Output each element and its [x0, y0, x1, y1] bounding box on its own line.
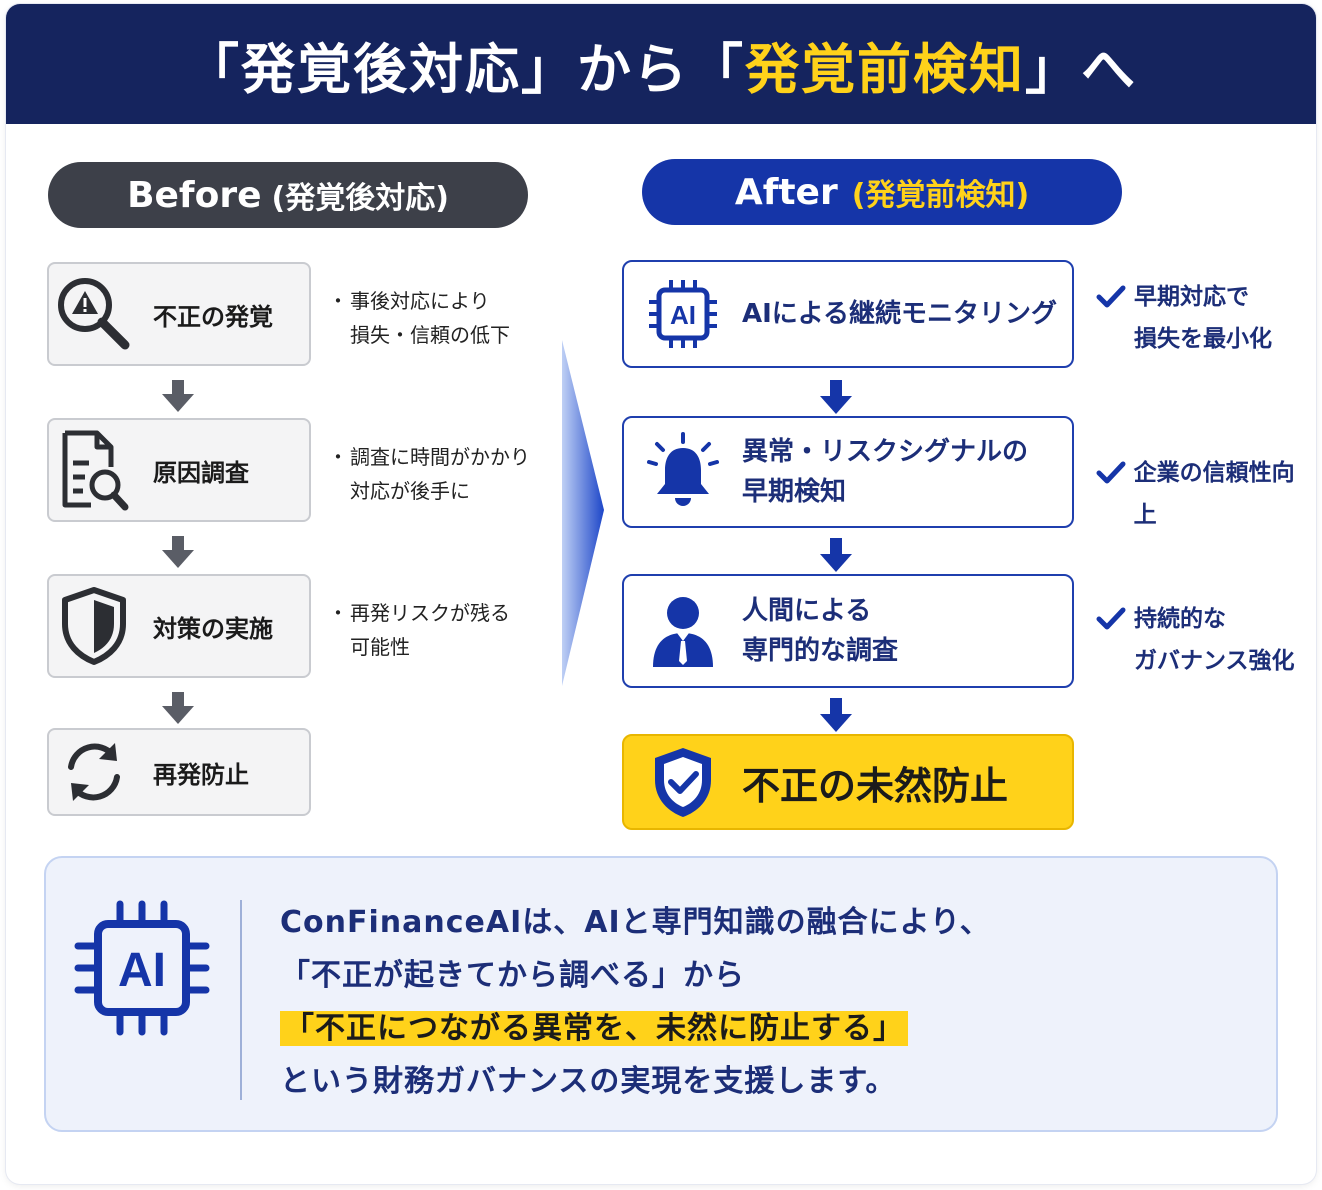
before-step-prevention: 再発防止 — [47, 728, 311, 816]
note-text: 調査に時間がかかり — [350, 445, 530, 469]
before-step-investigation: 原因調査 — [47, 418, 311, 522]
down-arrow-icon — [162, 692, 194, 724]
before-step-detection: 不正の発覚 — [47, 262, 311, 366]
title-part1: 「発覚後対応」から「 — [185, 37, 745, 101]
before-step-countermeasure: 対策の実施 — [47, 574, 311, 678]
shield-check-icon — [624, 744, 742, 820]
note-text: 再発リスクが残る — [350, 601, 510, 625]
alert-bell-icon — [624, 432, 742, 512]
svg-text:AI: AI — [118, 944, 166, 997]
after-step-detection: 異常・リスクシグナルの 早期検知 — [622, 416, 1074, 528]
label-line: 専門的な調査 — [742, 636, 899, 666]
down-arrow-icon — [820, 380, 852, 414]
after-step-label: 人間による 専門的な調査 — [742, 591, 898, 671]
warning-magnifier-icon — [49, 271, 139, 357]
check-icon — [1096, 598, 1134, 640]
after-step-label: 異常・リスクシグナルの 早期検知 — [742, 432, 1028, 512]
after-step-investigation: 人間による 専門的な調査 — [622, 574, 1074, 688]
benefit-1: 早期対応で 損失を最小化 — [1096, 276, 1272, 360]
before-header-label: Before — [127, 174, 262, 216]
svg-text:AI: AI — [670, 300, 696, 330]
refresh-icon — [49, 737, 139, 807]
benefit-text: 企業の信頼性向上 — [1133, 460, 1295, 528]
ai-chip-icon: AI — [74, 900, 210, 1036]
check-icon — [1096, 276, 1134, 318]
summary-highlight-line: 「不正につながる異常を、未然に防止する」 — [280, 1011, 908, 1046]
down-arrow-icon — [820, 698, 852, 732]
title-highlight: 発覚前検知 — [745, 37, 1025, 101]
benefit-2: 企業の信頼性向上 — [1096, 452, 1316, 536]
label-line: 人間による — [742, 596, 872, 626]
page-title: 「発覚後対応」から「 発覚前検知 」へ — [6, 4, 1316, 124]
benefit-3: 持続的な ガバナンス強化 — [1096, 598, 1295, 682]
label-line: 早期検知 — [742, 477, 847, 507]
after-final-prevention: 不正の未然防止 — [622, 734, 1074, 830]
before-note-2: ・調査に時間がかかり 対応が後手に — [328, 440, 530, 508]
summary-panel: AI ConFinanceAIは、AIと専門知識の融合により、 「不正が起きてか… — [44, 856, 1278, 1132]
person-icon — [624, 591, 742, 671]
after-header-sub: (発覚前検知) — [851, 178, 1030, 213]
transition-chevron-icon — [562, 340, 604, 686]
after-header: After (発覚前検知) — [642, 159, 1122, 225]
note-text: 可能性 — [350, 635, 410, 659]
summary-divider — [240, 900, 242, 1100]
before-header: Before (発覚後対応) — [48, 162, 528, 228]
before-step-label: 再発防止 — [153, 760, 249, 789]
before-note-1: ・事後対応により 損失・信頼の低下 — [328, 284, 510, 352]
after-final-label: 不正の未然防止 — [742, 763, 1009, 808]
before-step-label: 対策の実施 — [153, 614, 273, 643]
down-arrow-icon — [162, 536, 194, 568]
after-step-label: AIによる継続モニタリング — [742, 299, 1058, 329]
before-step-label: 原因調査 — [153, 458, 249, 487]
benefit-text: 持続的な — [1134, 606, 1226, 632]
title-part2: 」へ — [1025, 37, 1137, 101]
ai-chip-icon: AI — [624, 276, 742, 352]
benefit-text: 損失を最小化 — [1134, 326, 1272, 352]
before-step-label: 不正の発覚 — [153, 302, 273, 331]
before-note-3: ・再発リスクが残る 可能性 — [328, 596, 510, 664]
note-text: 事後対応により — [350, 289, 490, 313]
label-line: 異常・リスクシグナルの — [742, 437, 1029, 467]
benefit-text: 早期対応で — [1134, 284, 1249, 310]
document-search-icon — [49, 427, 139, 513]
check-icon — [1096, 452, 1134, 494]
summary-line: 「不正が起きてから調べる」から — [280, 958, 745, 993]
summary-line: という財務ガバナンスの実現を支援します。 — [280, 1064, 897, 1099]
after-step-monitoring: AI AIによる継続モニタリング — [622, 260, 1074, 368]
summary-line: ConFinanceAIは、AIと専門知識の融合により、 — [280, 905, 991, 940]
down-arrow-icon — [820, 538, 852, 572]
note-text: 対応が後手に — [350, 479, 470, 503]
shield-icon — [49, 586, 139, 666]
note-text: 損失・信頼の低下 — [350, 323, 510, 347]
benefit-text: ガバナンス強化 — [1134, 648, 1295, 674]
after-header-label: After — [734, 171, 838, 213]
before-header-sub: (発覚後対応) — [271, 181, 449, 216]
down-arrow-icon — [162, 380, 194, 412]
summary-text: ConFinanceAIは、AIと専門知識の融合により、 「不正が起きてから調べ… — [280, 896, 991, 1108]
infographic-frame: 「発覚後対応」から「 発覚前検知 」へ Before (発覚後対応) After (… — [6, 4, 1316, 1184]
